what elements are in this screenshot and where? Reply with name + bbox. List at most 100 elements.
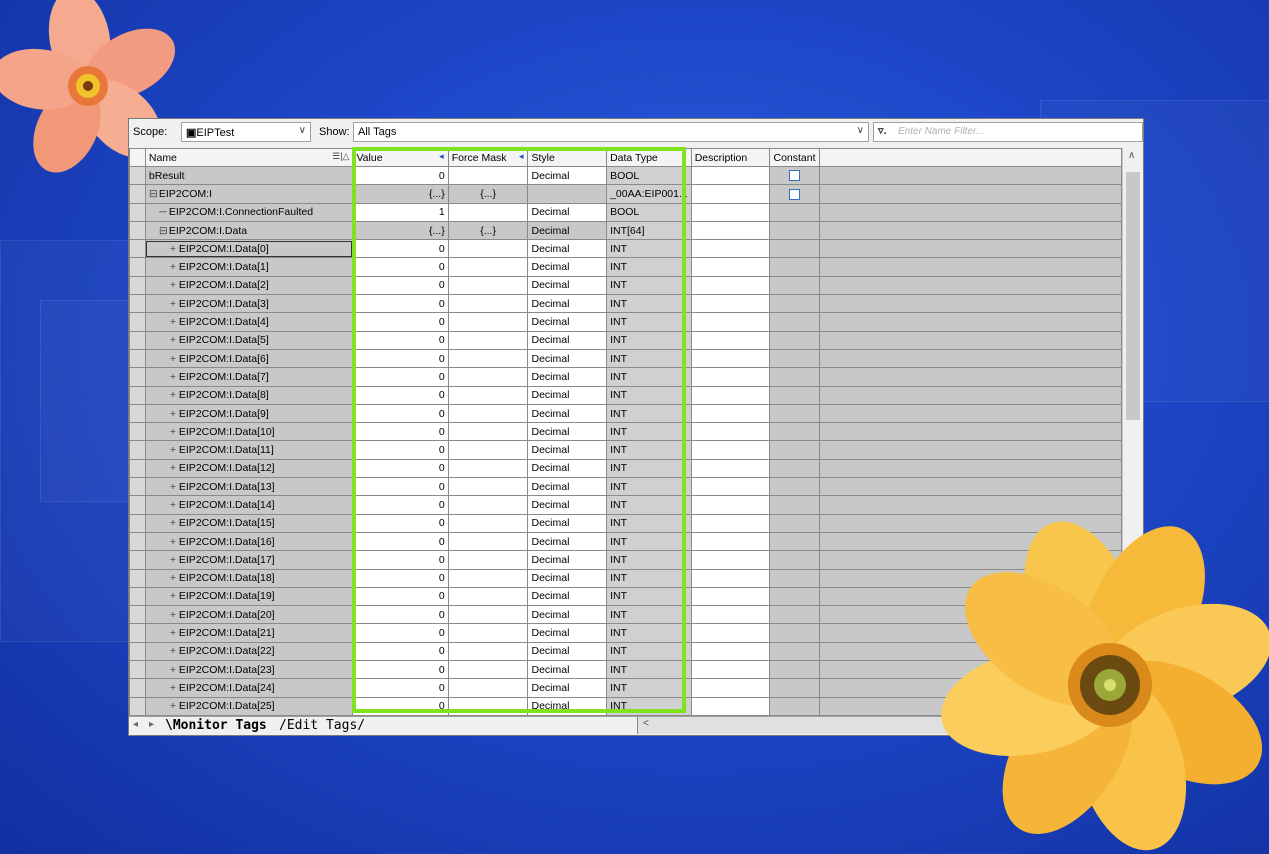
style-cell[interactable]: Decimal [527,220,608,241]
table-row[interactable]: + EIP2COM:I.Data[1] 0 Decimal INT [129,257,1122,277]
constant-cell[interactable] [769,257,821,277]
description-cell[interactable] [690,660,771,680]
expand-icon[interactable]: + [169,371,177,383]
constant-cell[interactable] [769,184,821,204]
expand-icon[interactable]: + [169,243,177,255]
row-selector[interactable] [129,477,146,497]
value-cell[interactable]: 0 [352,330,449,350]
table-row[interactable]: ⊟EIP2COM:I {...} {...} _00AA:EIP001... [129,184,1122,204]
expand-icon[interactable]: + [169,645,177,657]
constant-cell[interactable] [769,678,821,698]
force-mask-cell[interactable] [447,348,529,369]
expand-icon[interactable]: + [169,499,177,511]
tag-name-cell[interactable]: + EIP2COM:I.Data[19] [144,586,354,607]
tab-monitor-tags[interactable]: \Monitor Tags [165,717,267,734]
name-filter-input[interactable]: ▿. Enter Name Filter... [873,122,1143,142]
value-cell[interactable]: 0 [352,568,449,588]
column-header-style[interactable]: Style [527,148,608,167]
style-cell[interactable]: Decimal [527,641,608,662]
tag-name-cell[interactable]: + EIP2COM:I.Data[13] [144,477,354,497]
constant-cell[interactable] [769,641,821,662]
value-cell[interactable]: 0 [352,495,449,515]
description-cell[interactable] [690,477,771,497]
force-mask-cell[interactable] [447,678,529,698]
expand-icon[interactable]: + [169,627,177,639]
style-cell[interactable]: Decimal [527,678,608,698]
description-cell[interactable] [690,568,771,588]
force-mask-cell[interactable] [447,495,529,515]
force-mask-cell[interactable] [447,568,529,588]
expand-icon[interactable]: + [169,664,177,676]
table-row[interactable]: + EIP2COM:I.Data[4] 0 Decimal INT [129,312,1122,332]
constant-cell[interactable] [769,385,821,405]
expand-icon[interactable]: + [169,316,177,328]
tag-name-cell[interactable]: + EIP2COM:I.Data[2] [144,275,354,296]
tag-name-cell[interactable]: + EIP2COM:I.Data[7] [144,367,354,387]
description-cell[interactable] [690,202,771,222]
row-selector[interactable] [129,513,146,533]
value-cell[interactable]: 0 [352,623,449,643]
style-cell[interactable]: Decimal [527,531,608,552]
tag-name-cell[interactable]: + EIP2COM:I.Data[6] [144,348,354,369]
constant-cell[interactable] [769,586,821,607]
row-selector[interactable] [129,165,146,186]
constant-cell[interactable] [769,422,821,442]
force-mask-cell[interactable] [447,294,529,314]
force-mask-cell[interactable] [447,660,529,680]
table-row[interactable]: + EIP2COM:I.Data[3] 0 Decimal INT [129,294,1122,314]
tag-name-cell[interactable]: + EIP2COM:I.Data[5] [144,330,354,350]
tag-name-cell[interactable]: + EIP2COM:I.Data[11] [144,440,354,460]
force-mask-cell[interactable] [447,385,529,405]
description-cell[interactable] [690,184,771,204]
style-cell[interactable]: Decimal [527,294,608,314]
description-cell[interactable] [690,678,771,698]
table-row[interactable]: + EIP2COM:I.Data[13] 0 Decimal INT [129,477,1122,497]
value-cell[interactable]: 0 [352,513,449,533]
value-cell[interactable]: 0 [352,531,449,552]
style-cell[interactable]: Decimal [527,165,608,186]
expand-icon[interactable]: + [169,481,177,493]
column-header-value[interactable]: Value ◂ [352,148,449,167]
table-row[interactable]: + EIP2COM:I.Data[10] 0 Decimal INT [129,422,1122,442]
description-cell[interactable] [690,513,771,533]
description-cell[interactable] [690,531,771,552]
style-cell[interactable]: Decimal [527,696,608,716]
constant-cell[interactable] [769,660,821,680]
constant-cell[interactable] [769,696,821,716]
column-header-description[interactable]: Description [690,148,771,167]
description-cell[interactable] [690,440,771,460]
description-cell[interactable] [690,220,771,241]
row-selector[interactable] [129,678,146,698]
row-selector[interactable] [129,568,146,588]
value-cell[interactable]: {...} [352,220,449,241]
expand-icon[interactable]: + [169,554,177,566]
style-cell[interactable]: Decimal [527,422,608,442]
row-selector[interactable] [129,531,146,552]
force-mask-cell[interactable] [447,239,529,259]
constant-cell[interactable] [769,239,821,259]
tag-name-cell[interactable]: + EIP2COM:I.Data[12] [144,458,354,479]
style-cell[interactable]: Decimal [527,403,608,424]
expand-icon[interactable]: + [169,279,177,291]
value-cell[interactable]: 1 [352,202,449,222]
row-selector[interactable] [129,403,146,424]
description-cell[interactable] [690,294,771,314]
style-cell[interactable]: Decimal [527,513,608,533]
expand-icon[interactable]: + [169,389,177,401]
constant-cell[interactable] [769,367,821,387]
constant-cell[interactable] [769,568,821,588]
row-selector[interactable] [129,623,146,643]
row-selector[interactable] [129,294,146,314]
description-cell[interactable] [690,422,771,442]
scroll-up-icon[interactable]: ∧ [1128,150,1135,161]
table-row[interactable]: bResult 0 Decimal BOOL [129,165,1122,186]
row-selector[interactable] [129,422,146,442]
row-selector[interactable] [129,348,146,369]
force-mask-cell[interactable] [447,531,529,552]
value-cell[interactable]: 0 [352,696,449,716]
force-mask-cell[interactable] [447,641,529,662]
style-cell[interactable]: Decimal [527,477,608,497]
tag-name-cell[interactable]: + EIP2COM:I.Data[22] [144,641,354,662]
value-cell[interactable]: 0 [352,440,449,460]
constant-checkbox[interactable] [789,188,801,200]
